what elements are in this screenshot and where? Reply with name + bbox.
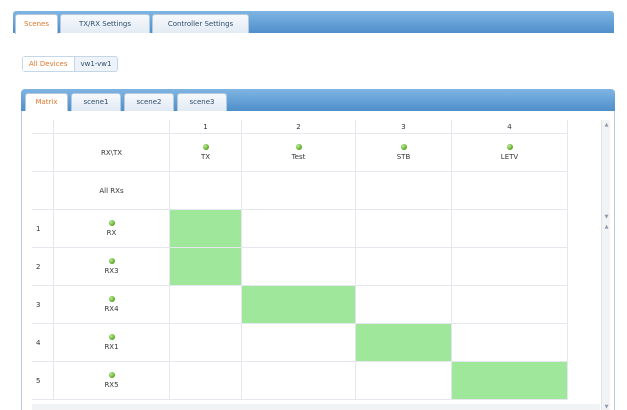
corner-label: RX\TX (54, 134, 170, 172)
route-cell-active[interactable] (452, 362, 568, 400)
all-rxs-text: All RXs (99, 186, 124, 195)
scroll-up-icon[interactable]: ▲ (603, 122, 610, 128)
tab-vw1-vw1[interactable]: vw1-vw1 (75, 57, 118, 71)
route-cell[interactable] (356, 362, 452, 400)
route-cell[interactable] (356, 248, 452, 286)
scene-tab-bar: Matrix scene1 scene2 scene3 (21, 89, 615, 111)
tab-scene2[interactable]: scene2 (124, 93, 174, 111)
scroll-down-icon[interactable]: ▼ (603, 404, 610, 410)
route-cell[interactable] (242, 248, 356, 286)
green-status-dot-icon (108, 220, 115, 226)
all-rxs-route-cell[interactable] (170, 172, 242, 210)
route-cell[interactable] (170, 324, 242, 362)
rx-index-label: 5 (36, 376, 41, 385)
rx-row-index: 1 (32, 210, 54, 248)
rx-name-label: RX3 (104, 267, 119, 275)
green-status-dot-icon (506, 144, 513, 150)
top-tab-bar: Scenes TX/RX Settings Controller Setting… (13, 11, 614, 34)
route-cell-active[interactable] (356, 324, 452, 362)
horizontal-scrollbar[interactable] (32, 404, 600, 410)
green-status-dot-icon (108, 258, 115, 264)
tab-controller-settings[interactable]: Controller Settings (152, 14, 249, 33)
route-cell[interactable] (170, 286, 242, 324)
rx-row-index: 3 (32, 286, 54, 324)
tab-matrix[interactable]: Matrix (25, 93, 68, 111)
rx-header-rx3[interactable]: RX3 (54, 248, 170, 286)
tx-index-label: 4 (507, 122, 512, 131)
tx-column-index: 1 (170, 120, 242, 134)
tx-index-label: 2 (296, 122, 301, 131)
scroll-up-icon[interactable]: ▲ (603, 224, 610, 230)
green-status-dot-icon (108, 334, 115, 340)
route-cell-active[interactable] (242, 286, 356, 324)
tab-scenes[interactable]: Scenes (15, 14, 58, 34)
all-rxs-route-cell[interactable] (242, 172, 356, 210)
tab-tx-rx-settings[interactable]: TX/RX Settings (60, 14, 150, 33)
route-cell[interactable] (356, 210, 452, 248)
route-cell[interactable] (242, 324, 356, 362)
route-cell[interactable] (452, 286, 568, 324)
header-blank (54, 120, 170, 134)
rx-index-label: 2 (36, 262, 41, 271)
all-rxs-route-cell[interactable] (356, 172, 452, 210)
rx-header-rx5[interactable]: RX5 (54, 362, 170, 400)
route-cell[interactable] (452, 324, 568, 362)
rx-index-label: 1 (36, 224, 41, 233)
tx-index-label: 3 (401, 122, 406, 131)
route-cell[interactable] (242, 362, 356, 400)
tx-name-label: STB (396, 153, 411, 161)
scroll-down-icon[interactable]: ▼ (603, 214, 610, 220)
green-status-dot-icon (108, 372, 115, 378)
route-cell[interactable] (170, 362, 242, 400)
header-blank (32, 172, 54, 210)
tx-header-letv[interactable]: LETV (452, 134, 568, 172)
tab-scene1[interactable]: scene1 (71, 93, 121, 111)
tx-header-stb[interactable]: STB (356, 134, 452, 172)
tab-scene3[interactable]: scene3 (177, 93, 227, 111)
green-status-dot-icon (108, 296, 115, 302)
route-cell[interactable] (452, 248, 568, 286)
rx-row-index: 4 (32, 324, 54, 362)
rx-name-label: RX4 (104, 305, 119, 313)
rx-name-label: RX5 (104, 381, 119, 389)
rx-header-rx4[interactable]: RX4 (54, 286, 170, 324)
rx-name-label: RX1 (104, 343, 119, 351)
rx-row-index: 5 (32, 362, 54, 400)
vertical-scrollbar[interactable]: ▲ ▼ ▲ ▼ (601, 120, 610, 410)
green-status-dot-icon (295, 144, 302, 150)
tx-name-label: Test (291, 153, 306, 161)
tx-column-index: 4 (452, 120, 568, 134)
green-status-dot-icon (400, 144, 407, 150)
route-cell-active[interactable] (170, 248, 242, 286)
matrix-panel: 1 2 3 4 RX\TX TX Test STB LETV All RXs 1 RX 2 RX3 3 RX4… (21, 111, 615, 410)
header-blank (32, 134, 54, 172)
rx-index-label: 3 (36, 300, 41, 309)
tx-header-test[interactable]: Test (242, 134, 356, 172)
rx-index-label: 4 (36, 338, 41, 347)
rx-name-label: RX (106, 229, 117, 237)
rx-header-rx1[interactable]: RX1 (54, 324, 170, 362)
route-cell[interactable] (452, 210, 568, 248)
rx-row-index: 2 (32, 248, 54, 286)
all-rxs-label[interactable]: All RXs (54, 172, 170, 210)
tx-name-label: TX (200, 153, 211, 161)
tx-header-tx[interactable]: TX (170, 134, 242, 172)
route-cell[interactable] (356, 286, 452, 324)
tx-name-label: LETV (500, 153, 519, 161)
rx-header-rx[interactable]: RX (54, 210, 170, 248)
rx-tx-label: RX\TX (100, 148, 123, 157)
tab-all-devices[interactable]: All Devices (23, 57, 75, 71)
green-status-dot-icon (202, 144, 209, 150)
header-blank (32, 120, 54, 134)
route-cell-active[interactable] (170, 210, 242, 248)
all-rxs-route-cell[interactable] (452, 172, 568, 210)
tx-column-index: 3 (356, 120, 452, 134)
device-tabs: All Devices vw1-vw1 (22, 56, 119, 72)
route-cell[interactable] (242, 210, 356, 248)
tx-index-label: 1 (203, 122, 208, 131)
tx-column-index: 2 (242, 120, 356, 134)
